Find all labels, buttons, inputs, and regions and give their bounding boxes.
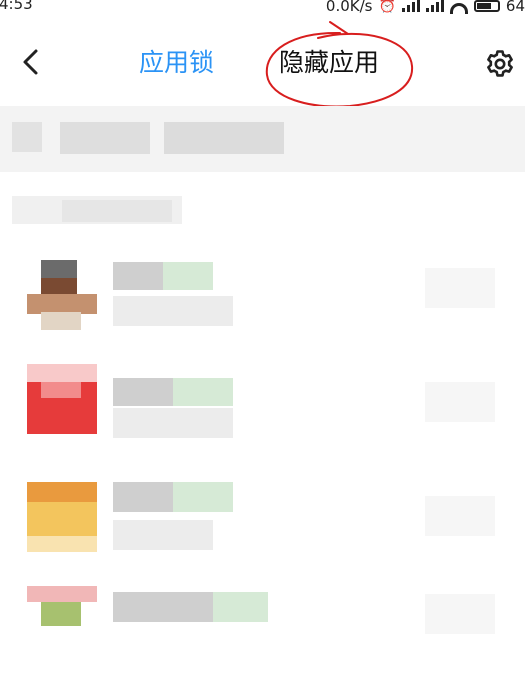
status-indicators: 0.0K/s ⏰ 64 <box>326 0 525 14</box>
blurred-text <box>60 122 150 154</box>
battery-icon <box>473 0 500 12</box>
app-row[interactable] <box>0 576 525 676</box>
status-bar: 4:53 0.0K/s ⏰ 64 <box>0 0 525 14</box>
status-time: 4:53 <box>0 0 33 13</box>
wifi-icon <box>449 3 468 14</box>
tab-hidden-apps[interactable]: 隐藏应用 <box>279 48 379 78</box>
signal-icon <box>401 0 420 12</box>
gear-icon <box>487 50 513 77</box>
settings-button[interactable] <box>484 48 516 80</box>
blurred-info-banner <box>0 106 525 172</box>
lock-toggle-blurred[interactable] <box>425 594 495 634</box>
lock-toggle-blurred[interactable] <box>425 382 495 422</box>
tab-app-lock[interactable]: 应用锁 <box>139 48 214 78</box>
app-row[interactable] <box>0 246 525 346</box>
network-speed: 0.0K/s <box>325 0 373 14</box>
lock-toggle-blurred[interactable] <box>425 496 495 536</box>
app-icon <box>27 364 97 434</box>
blurred-text <box>12 122 42 152</box>
app-row[interactable] <box>0 354 525 454</box>
app-icon <box>27 260 97 330</box>
blurred-text <box>62 200 172 222</box>
signal-icon-2 <box>425 0 444 12</box>
app-header: 应用锁 隐藏应用 <box>0 21 525 108</box>
chevron-left-icon <box>23 49 38 75</box>
app-row[interactable] <box>0 466 525 566</box>
alarm-icon: ⏰ <box>378 0 396 14</box>
back-button[interactable] <box>14 44 50 80</box>
app-icon <box>27 482 97 552</box>
lock-toggle-blurred[interactable] <box>425 268 495 308</box>
battery-level: 64 <box>505 0 525 14</box>
app-icon <box>27 586 97 626</box>
blurred-text <box>164 122 284 154</box>
